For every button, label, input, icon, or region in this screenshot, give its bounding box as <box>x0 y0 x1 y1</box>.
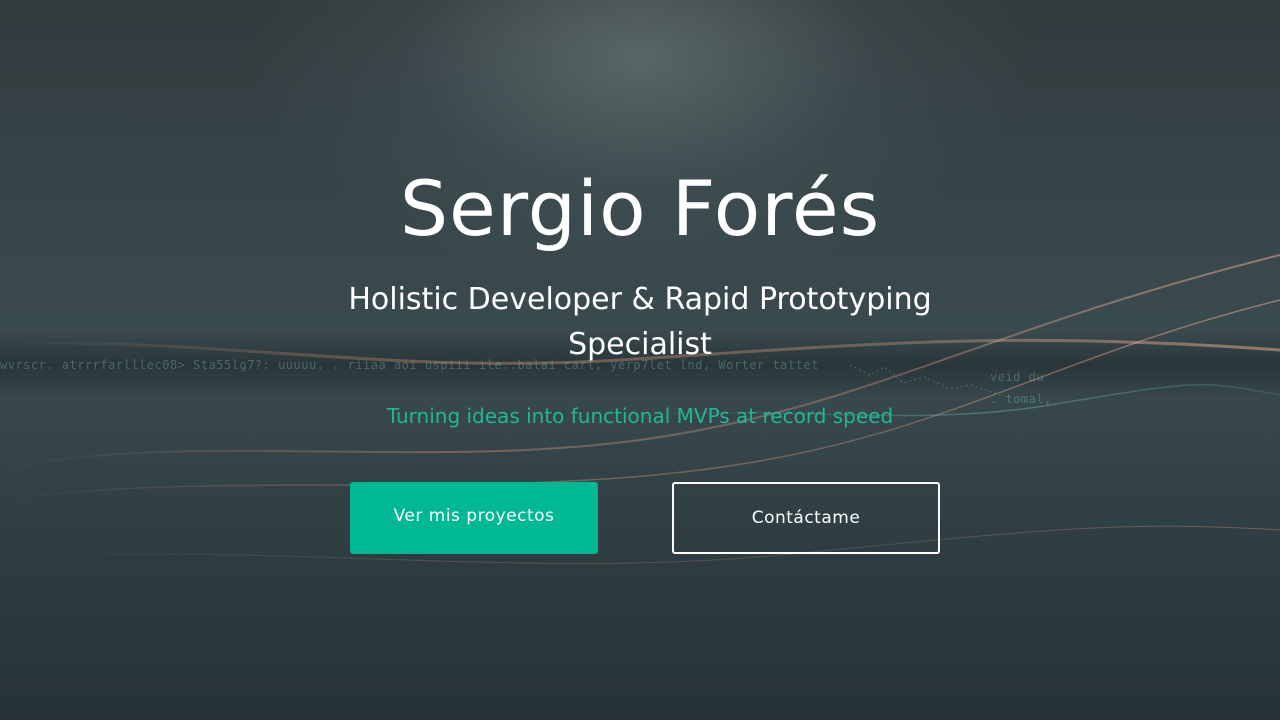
hero-content: Sergio Forés Holistic Developer & Rapid … <box>0 0 1280 720</box>
hero-tagline: Turning ideas into functional MVPs at re… <box>386 404 894 428</box>
contact-button[interactable]: Contáctame <box>672 482 940 554</box>
view-projects-button-label: Ver mis proyectos <box>393 506 555 526</box>
view-projects-button[interactable]: Ver mis proyectos <box>350 482 598 554</box>
page-title: Sergio Forés <box>399 164 881 253</box>
hero-section: wvrscr. atrrrfarlllec08> Sta55lg7?: uuuu… <box>0 0 1280 720</box>
hero-subtitle: Holistic Developer & Rapid Prototyping S… <box>348 282 932 362</box>
contact-button-label: Contáctame <box>751 508 861 528</box>
